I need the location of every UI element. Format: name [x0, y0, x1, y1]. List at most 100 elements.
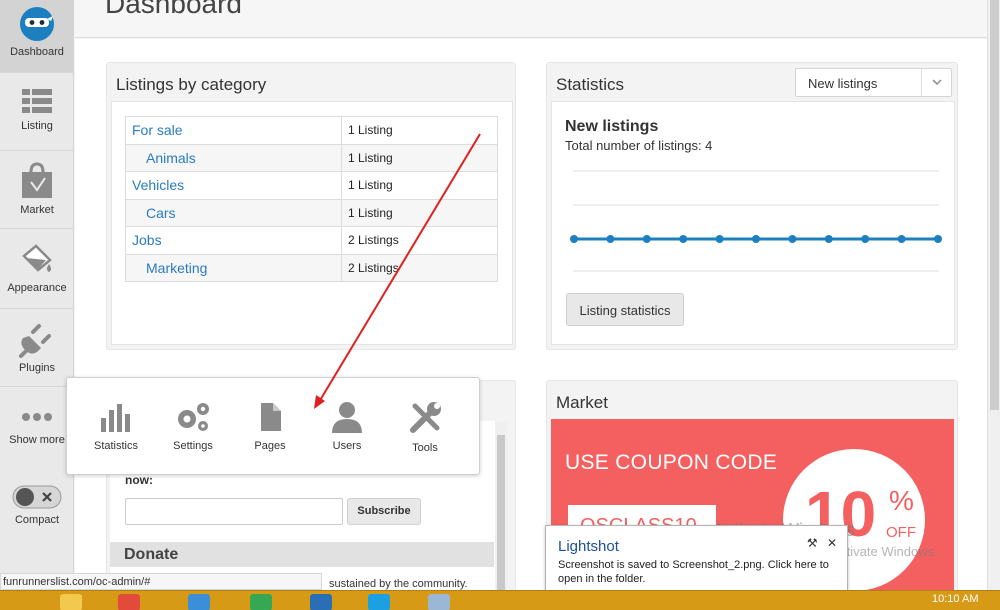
panel-title: Statistics — [556, 75, 625, 94]
chart-point[interactable] — [715, 235, 724, 243]
internet-explorer-icon[interactable] — [188, 594, 210, 610]
category-link[interactable]: Marketing — [125, 253, 342, 282]
statistics-panel: Statistics New listings New listings Tot… — [546, 62, 958, 350]
listing-count: 1 Listing — [341, 198, 498, 227]
sidebar-item-market[interactable]: Market — [0, 162, 74, 228]
sidebar-item-show-more[interactable]: Show more — [0, 404, 74, 468]
chart-point[interactable] — [824, 235, 833, 243]
clock: 10:10 AM — [932, 593, 979, 605]
close-icon[interactable]: ✕ — [827, 536, 837, 550]
listing-count: 2 Listings — [341, 226, 498, 255]
panel-title: Market — [556, 393, 608, 412]
page-header: Dashboard — [75, 0, 987, 38]
table-row: Vehicles 1 Listing — [125, 171, 498, 200]
scrollbar-thumb[interactable] — [990, 0, 999, 410]
notification-controls: ⚒ ✕ — [807, 536, 837, 550]
bar-chart-icon — [101, 404, 130, 432]
scrollbar-thumb[interactable] — [497, 435, 505, 591]
popup-item-label: Statistics — [93, 440, 138, 452]
page-scrollbar[interactable] — [987, 0, 1000, 590]
shopping-bag-icon — [22, 162, 52, 198]
sidebar-item-label: Appearance — [7, 282, 67, 294]
sidebar-item-compact[interactable]: Compact — [0, 484, 74, 532]
popup-item-label: Settings — [173, 440, 213, 452]
sidebar-item-label: Listing — [21, 120, 53, 132]
file-explorer-icon[interactable] — [60, 594, 82, 610]
discount-off: OFF — [886, 524, 916, 541]
percent-sign: % — [889, 485, 914, 516]
popup-item-settings[interactable]: Settings — [157, 400, 229, 452]
show-more-popup: Statistics Settings Pages Users Tools — [66, 377, 480, 475]
chart-point[interactable] — [679, 235, 688, 243]
listing-statistics-button[interactable]: Listing statistics — [566, 293, 684, 326]
category-link[interactable]: Vehicles — [125, 171, 342, 200]
donate-header: Donate — [110, 542, 494, 567]
sidebar-item-label: Plugins — [18, 362, 56, 374]
sidebar-item-plugins[interactable]: Plugins — [0, 322, 74, 386]
ninja-logo-icon — [20, 7, 54, 41]
gears-icon — [178, 403, 209, 431]
tools-icon — [410, 402, 441, 433]
more-dots-icon — [22, 413, 52, 421]
line-chart — [570, 170, 942, 272]
chart-title: New listings — [565, 118, 659, 135]
chart-point[interactable] — [788, 235, 797, 243]
chrome-icon[interactable] — [118, 594, 140, 610]
user-icon — [332, 402, 362, 433]
chart-point[interactable] — [934, 235, 942, 243]
wrench-icon[interactable]: ⚒ — [807, 536, 818, 550]
sidebar-item-dashboard[interactable]: Dashboard — [0, 0, 74, 72]
listing-count: 2 Listings — [341, 253, 498, 282]
popup-item-label: Pages — [254, 440, 286, 452]
divider — [0, 228, 74, 229]
subscribe-button[interactable]: Subscribe — [347, 498, 421, 525]
coupon-text: USE COUPON CODE — [565, 451, 778, 474]
sidebar-item-listing[interactable]: Listing — [0, 86, 74, 150]
sidebar-item-label: Market — [20, 204, 54, 216]
app-icon[interactable] — [310, 594, 332, 610]
panel-scrollbar[interactable] — [495, 421, 507, 591]
lightshot-notification[interactable]: Lightshot Screenshot is saved to Screens… — [545, 525, 848, 595]
status-url: funrunnerslist.com/oc-admin/# — [0, 573, 322, 590]
sidebar-item-appearance[interactable]: Appearance — [0, 242, 74, 308]
paint-bucket-icon — [22, 244, 52, 272]
popup-item-tools[interactable]: Tools — [389, 400, 461, 454]
category-link[interactable]: Jobs — [125, 226, 342, 255]
chart-point[interactable] — [606, 235, 615, 243]
category-link[interactable]: Cars — [125, 198, 342, 227]
popup-item-users[interactable]: Users — [311, 400, 383, 452]
chart-point[interactable] — [861, 235, 870, 243]
skype-icon[interactable] — [368, 594, 390, 610]
divider — [0, 72, 74, 73]
list-icon — [22, 89, 52, 113]
toggle-off-icon — [12, 485, 62, 509]
chart-point[interactable] — [897, 235, 906, 243]
chart-point[interactable] — [752, 235, 760, 243]
listing-count: 1 Listing — [341, 143, 498, 172]
popup-item-label: Tools — [412, 442, 438, 454]
chart-point[interactable] — [642, 235, 651, 243]
divider — [0, 386, 74, 387]
category-link[interactable]: For sale — [125, 116, 342, 145]
page-icon — [261, 403, 281, 431]
listing-count: 1 Listing — [341, 171, 498, 200]
chart-point[interactable] — [570, 235, 578, 243]
donate-text: sustained by the community. — [329, 578, 468, 590]
notes-icon[interactable] — [428, 594, 450, 610]
select-value: New listings — [808, 76, 878, 91]
statistics-type-select[interactable]: New listings — [795, 68, 952, 97]
table-row: Animals 1 Listing — [125, 143, 498, 172]
chevron-down-icon — [932, 79, 942, 86]
subscribe-email-input[interactable] — [125, 498, 343, 525]
table-row: Jobs 2 Listings — [125, 226, 498, 255]
category-link[interactable]: Animals — [125, 143, 342, 172]
popup-item-pages[interactable]: Pages — [234, 400, 306, 452]
sidebar: Dashboard Listing Market Appearance Plug… — [0, 0, 74, 590]
popup-item-statistics[interactable]: Statistics — [80, 400, 152, 452]
page-title: Dashboard — [105, 0, 242, 19]
store-icon[interactable] — [250, 594, 272, 610]
taskbar: 10:10 AM — [0, 590, 1000, 610]
panel-title: Listings by category — [116, 75, 267, 94]
chart-subtitle: Total number of listings: 4 — [565, 138, 713, 153]
subscribe-label: now: — [125, 473, 153, 487]
